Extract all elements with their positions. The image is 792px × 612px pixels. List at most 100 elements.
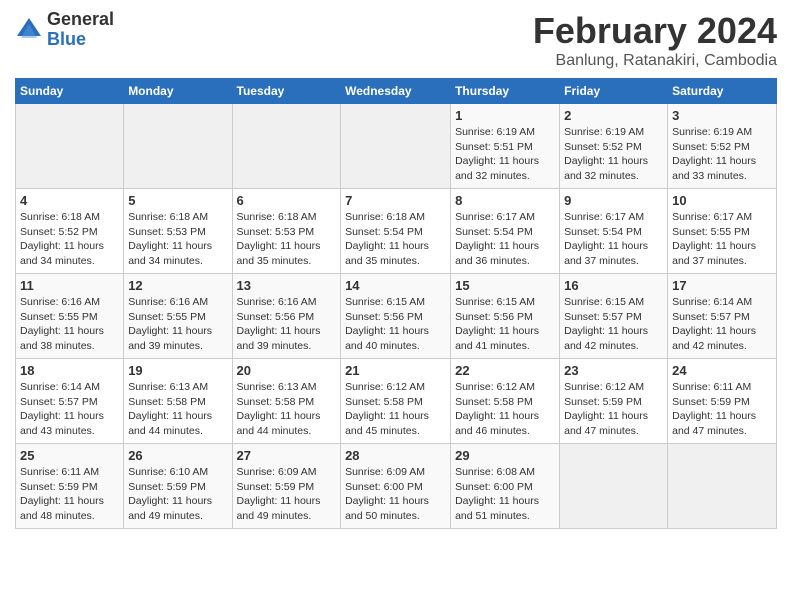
day-number: 5 — [128, 193, 227, 208]
day-number: 16 — [564, 278, 663, 293]
day-number: 15 — [455, 278, 555, 293]
day-number: 1 — [455, 108, 555, 123]
logo: General Blue — [15, 10, 114, 50]
calendar-cell: 10 Sunrise: 6:17 AM Sunset: 5:55 PM Dayli… — [668, 189, 777, 274]
logo-general-text: General — [47, 10, 114, 30]
day-info: Sunrise: 6:10 AM Sunset: 5:59 PM Dayligh… — [128, 465, 227, 524]
day-number: 23 — [564, 363, 663, 378]
calendar-cell: 15 Sunrise: 6:15 AM Sunset: 5:56 PM Dayli… — [451, 274, 560, 359]
day-number: 21 — [345, 363, 446, 378]
calendar-cell: 7 Sunrise: 6:18 AM Sunset: 5:54 PM Daylig… — [341, 189, 451, 274]
day-number: 20 — [237, 363, 337, 378]
calendar-cell: 13 Sunrise: 6:16 AM Sunset: 5:56 PM Dayli… — [232, 274, 341, 359]
header-monday: Monday — [124, 79, 232, 104]
day-info: Sunrise: 6:13 AM Sunset: 5:58 PM Dayligh… — [237, 380, 337, 439]
calendar-cell: 28Sunrise: 6:09 AM Sunset: 6:00 PM Dayli… — [341, 444, 451, 529]
calendar-cell — [16, 104, 124, 189]
day-info: Sunrise: 6:17 AM Sunset: 5:55 PM Dayligh… — [672, 210, 772, 269]
calendar-week-row: 18 Sunrise: 6:14 AM Sunset: 5:57 PM Dayli… — [16, 359, 777, 444]
day-number: 8 — [455, 193, 555, 208]
calendar-cell: 21 Sunrise: 6:12 AM Sunset: 5:58 PM Dayli… — [341, 359, 451, 444]
day-number: 12 — [128, 278, 227, 293]
calendar-cell: 4 Sunrise: 6:18 AM Sunset: 5:52 PM Daylig… — [16, 189, 124, 274]
calendar-cell — [232, 104, 341, 189]
calendar-week-row: 11 Sunrise: 6:16 AM Sunset: 5:55 PM Dayli… — [16, 274, 777, 359]
day-number: 13 — [237, 278, 337, 293]
day-info: Sunrise: 6:09 AM Sunset: 6:00 PM Dayligh… — [345, 465, 446, 524]
day-number: 18 — [20, 363, 119, 378]
day-info: Sunrise: 6:15 AM Sunset: 5:57 PM Dayligh… — [564, 295, 663, 354]
calendar-cell: 12 Sunrise: 6:16 AM Sunset: 5:55 PM Dayli… — [124, 274, 232, 359]
calendar-table: SundayMondayTuesdayWednesdayThursdayFrid… — [15, 78, 777, 529]
day-number: 24 — [672, 363, 772, 378]
calendar-cell: 8 Sunrise: 6:17 AM Sunset: 5:54 PM Daylig… — [451, 189, 560, 274]
day-info: Sunrise: 6:11 AM Sunset: 5:59 PM Dayligh… — [672, 380, 772, 439]
calendar-cell — [341, 104, 451, 189]
day-number: 2 — [564, 108, 663, 123]
calendar-cell: 6 Sunrise: 6:18 AM Sunset: 5:53 PM Daylig… — [232, 189, 341, 274]
calendar-cell — [560, 444, 668, 529]
day-info: Sunrise: 6:14 AM Sunset: 5:57 PM Dayligh… — [20, 380, 119, 439]
calendar-week-row: 25 Sunrise: 6:11 AM Sunset: 5:59 PM Dayli… — [16, 444, 777, 529]
header-friday: Friday — [560, 79, 668, 104]
day-info: Sunrise: 6:15 AM Sunset: 5:56 PM Dayligh… — [455, 295, 555, 354]
calendar-cell: 24 Sunrise: 6:11 AM Sunset: 5:59 PM Dayli… — [668, 359, 777, 444]
day-number: 27 — [237, 448, 337, 463]
calendar-cell: 1 Sunrise: 6:19 AM Sunset: 5:51 PM Daylig… — [451, 104, 560, 189]
calendar-cell: 5Sunrise: 6:18 AM Sunset: 5:53 PM Daylig… — [124, 189, 232, 274]
header-thursday: Thursday — [451, 79, 560, 104]
day-info: Sunrise: 6:12 AM Sunset: 5:58 PM Dayligh… — [345, 380, 446, 439]
day-number: 25 — [20, 448, 119, 463]
day-info: Sunrise: 6:19 AM Sunset: 5:51 PM Dayligh… — [455, 125, 555, 184]
calendar-cell: 19Sunrise: 6:13 AM Sunset: 5:58 PM Dayli… — [124, 359, 232, 444]
calendar-cell — [668, 444, 777, 529]
calendar-week-row: 4 Sunrise: 6:18 AM Sunset: 5:52 PM Daylig… — [16, 189, 777, 274]
calendar-cell: 16 Sunrise: 6:15 AM Sunset: 5:57 PM Dayli… — [560, 274, 668, 359]
day-info: Sunrise: 6:12 AM Sunset: 5:59 PM Dayligh… — [564, 380, 663, 439]
day-number: 7 — [345, 193, 446, 208]
day-number: 19 — [128, 363, 227, 378]
page-header: General Blue February 2024 Banlung, Rata… — [15, 10, 777, 70]
day-info: Sunrise: 6:11 AM Sunset: 5:59 PM Dayligh… — [20, 465, 119, 524]
calendar-cell: 27 Sunrise: 6:09 AM Sunset: 5:59 PM Dayli… — [232, 444, 341, 529]
calendar-cell: 11Sunrise: 6:16 AM Sunset: 5:55 PM Dayli… — [16, 274, 124, 359]
day-number: 29 — [455, 448, 555, 463]
day-info: Sunrise: 6:15 AM Sunset: 5:56 PM Dayligh… — [345, 295, 446, 354]
calendar-cell: 3 Sunrise: 6:19 AM Sunset: 5:52 PM Daylig… — [668, 104, 777, 189]
day-number: 6 — [237, 193, 337, 208]
day-number: 3 — [672, 108, 772, 123]
day-info: Sunrise: 6:16 AM Sunset: 5:56 PM Dayligh… — [237, 295, 337, 354]
calendar-cell: 20 Sunrise: 6:13 AM Sunset: 5:58 PM Dayli… — [232, 359, 341, 444]
day-info: Sunrise: 6:18 AM Sunset: 5:53 PM Dayligh… — [237, 210, 337, 269]
location: Banlung, Ratanakiri, Cambodia — [533, 52, 777, 70]
day-number: 9 — [564, 193, 663, 208]
header-saturday: Saturday — [668, 79, 777, 104]
calendar-cell: 17 Sunrise: 6:14 AM Sunset: 5:57 PM Dayli… — [668, 274, 777, 359]
header-tuesday: Tuesday — [232, 79, 341, 104]
day-info: Sunrise: 6:17 AM Sunset: 5:54 PM Dayligh… — [455, 210, 555, 269]
day-info: Sunrise: 6:09 AM Sunset: 5:59 PM Dayligh… — [237, 465, 337, 524]
calendar-cell: 22 Sunrise: 6:12 AM Sunset: 5:58 PM Dayli… — [451, 359, 560, 444]
day-number: 10 — [672, 193, 772, 208]
day-number: 17 — [672, 278, 772, 293]
logo-blue-text: Blue — [47, 30, 114, 50]
day-info: Sunrise: 6:16 AM Sunset: 5:55 PM Dayligh… — [128, 295, 227, 354]
day-number: 22 — [455, 363, 555, 378]
day-info: Sunrise: 6:19 AM Sunset: 5:52 PM Dayligh… — [672, 125, 772, 184]
day-number: 4 — [20, 193, 119, 208]
day-info: Sunrise: 6:18 AM Sunset: 5:52 PM Dayligh… — [20, 210, 119, 269]
day-info: Sunrise: 6:12 AM Sunset: 5:58 PM Dayligh… — [455, 380, 555, 439]
day-number: 14 — [345, 278, 446, 293]
calendar-cell: 2Sunrise: 6:19 AM Sunset: 5:52 PM Daylig… — [560, 104, 668, 189]
month-title: February 2024 — [533, 10, 777, 52]
calendar-cell: 23 Sunrise: 6:12 AM Sunset: 5:59 PM Dayli… — [560, 359, 668, 444]
calendar-cell: 26Sunrise: 6:10 AM Sunset: 5:59 PM Dayli… — [124, 444, 232, 529]
calendar-header-row: SundayMondayTuesdayWednesdayThursdayFrid… — [16, 79, 777, 104]
day-info: Sunrise: 6:08 AM Sunset: 6:00 PM Dayligh… — [455, 465, 555, 524]
calendar-cell: 14 Sunrise: 6:15 AM Sunset: 5:56 PM Dayli… — [341, 274, 451, 359]
day-info: Sunrise: 6:14 AM Sunset: 5:57 PM Dayligh… — [672, 295, 772, 354]
calendar-cell: 18 Sunrise: 6:14 AM Sunset: 5:57 PM Dayli… — [16, 359, 124, 444]
day-info: Sunrise: 6:18 AM Sunset: 5:54 PM Dayligh… — [345, 210, 446, 269]
calendar-cell: 25 Sunrise: 6:11 AM Sunset: 5:59 PM Dayli… — [16, 444, 124, 529]
day-number: 11 — [20, 278, 119, 293]
